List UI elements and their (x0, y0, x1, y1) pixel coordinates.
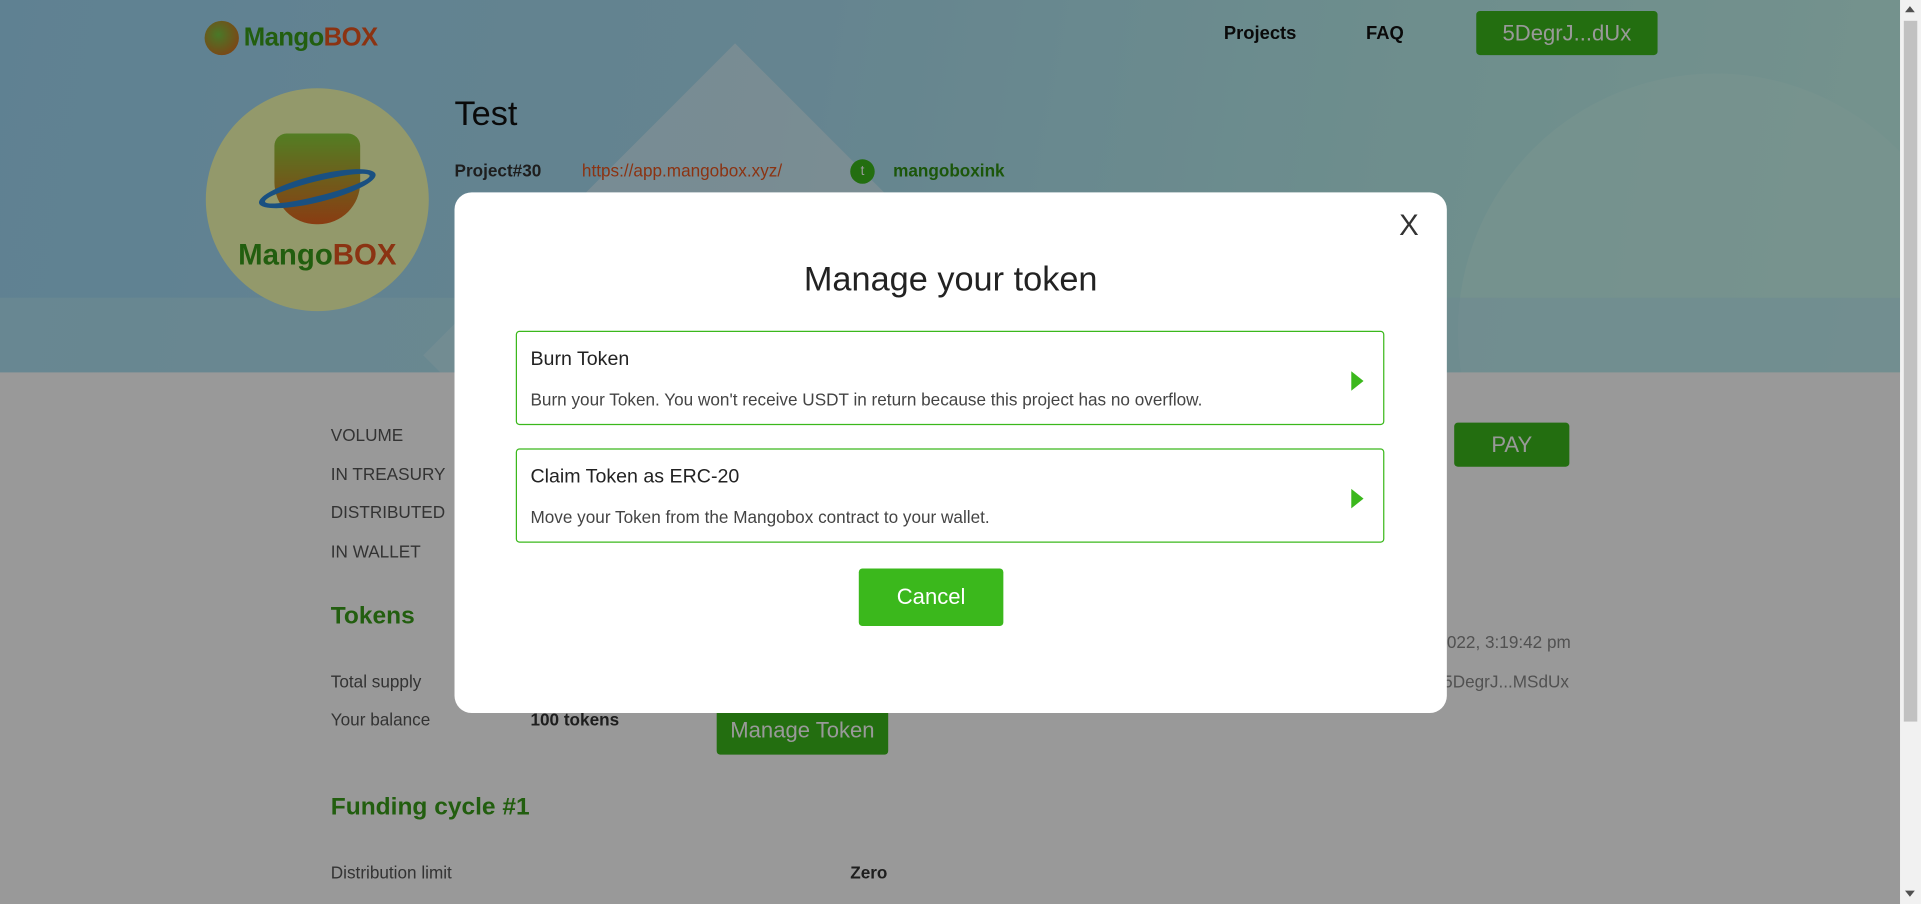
scroll-up-icon[interactable] (1905, 6, 1915, 13)
claim-erc20-option[interactable]: Claim Token as ERC-20 Move your Token fr… (515, 448, 1385, 543)
chevron-right-icon (1351, 488, 1364, 509)
option-description: Burn your Token. You won't receive USDT … (530, 389, 1203, 410)
scroll-down-icon[interactable] (1905, 890, 1915, 897)
burn-token-option[interactable]: Burn Token Burn your Token. You won't re… (515, 330, 1385, 426)
chevron-right-icon (1351, 371, 1364, 391)
cancel-button[interactable]: Cancel (858, 568, 1004, 627)
option-title: Claim Token as ERC-20 (530, 466, 740, 488)
modal-title: Manage your token (803, 259, 1098, 298)
scrollbar-thumb[interactable] (1903, 20, 1918, 722)
page-scrollbar[interactable] (1900, 0, 1921, 904)
option-title: Burn Token (530, 349, 630, 370)
manage-token-modal: X Manage your token Burn Token Burn your… (454, 192, 1447, 714)
option-description: Move your Token from the Mangobox contra… (530, 507, 990, 527)
close-icon[interactable]: X (1399, 209, 1419, 243)
